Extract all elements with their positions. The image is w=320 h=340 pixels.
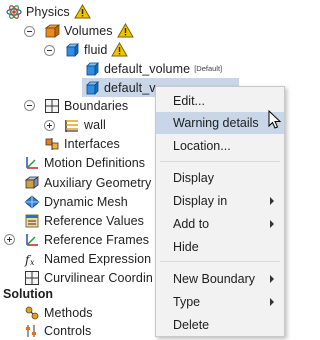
- menu-label: Delete: [173, 318, 210, 332]
- tree-item-fluid[interactable]: fluid: [64, 40, 129, 59]
- menu-item-display-in[interactable]: Display in: [156, 190, 284, 212]
- context-menu: Edit... Warning details Location... Disp…: [155, 86, 285, 337]
- tree-label-curvilinear-coordinates: Curvilinear Coordin: [44, 270, 153, 285]
- warning-icon: [116, 23, 134, 38]
- menu-item-location[interactable]: Location...: [156, 135, 284, 157]
- dynamic-mesh-icon: [24, 194, 40, 210]
- submenu-arrow-icon: [270, 275, 274, 283]
- volume-icon: [84, 61, 100, 77]
- expand-reference-frames-toggle[interactable]: [4, 234, 15, 245]
- menu-item-warning-details[interactable]: Warning details: [156, 112, 284, 134]
- menu-item-new-boundary[interactable]: New Boundary: [156, 268, 284, 290]
- menu-label: Display: [173, 171, 214, 185]
- menu-item-edit[interactable]: Edit...: [156, 90, 284, 112]
- tree-label-reference-values: Reference Values: [44, 213, 145, 228]
- tree-label-volumes: Volumes: [64, 23, 113, 38]
- menu-label: Display in: [173, 194, 228, 208]
- tree-label-methods: Methods: [44, 305, 93, 320]
- expand-wall-toggle[interactable]: [44, 120, 55, 131]
- tree-label-selected-volume: default_v: [104, 80, 156, 95]
- wall-icon: [64, 117, 80, 133]
- menu-label: Add to: [173, 217, 210, 231]
- tree-item-interfaces[interactable]: Interfaces: [44, 134, 120, 153]
- warning-icon: [111, 42, 129, 57]
- menu-item-add-to[interactable]: Add to: [156, 213, 284, 235]
- menu-separator: [160, 261, 280, 262]
- tree-label-fluid: fluid: [84, 42, 108, 57]
- menu-item-hide[interactable]: Hide: [156, 236, 284, 258]
- menu-label: Edit...: [173, 94, 205, 108]
- named-expressions-fx-icon: fx: [24, 251, 40, 267]
- tree-label-default-volume: default_volume: [104, 61, 191, 76]
- submenu-arrow-icon: [270, 220, 274, 228]
- mouse-cursor-icon: [268, 109, 282, 133]
- tree-item-reference-frames[interactable]: Reference Frames: [24, 230, 149, 249]
- tree-label-auxiliary-geometry: Auxiliary Geometry: [44, 175, 152, 190]
- collapse-fluid-toggle[interactable]: [44, 45, 55, 56]
- tree-label-reference-frames: Reference Frames: [44, 232, 150, 247]
- controls-icon: [24, 323, 40, 339]
- menu-separator: [160, 161, 280, 162]
- tree-item-auxiliary-geometry[interactable]: Auxiliary Geometry: [24, 173, 151, 192]
- volumes-icon: [44, 23, 60, 39]
- tree-item-reference-values[interactable]: Reference Values: [24, 211, 144, 230]
- tree-item-default-volume[interactable]: default_volume [Default]: [84, 59, 222, 78]
- collapse-boundaries-toggle[interactable]: [24, 100, 35, 111]
- menu-label: Warning details: [173, 116, 259, 130]
- methods-icon: [24, 305, 40, 321]
- tree-item-dynamic-mesh[interactable]: Dynamic Mesh: [24, 192, 128, 211]
- collapse-volumes-toggle[interactable]: [24, 26, 35, 37]
- menu-item-display[interactable]: Display: [156, 167, 284, 189]
- tree-label-interfaces: Interfaces: [64, 136, 120, 151]
- menu-item-delete[interactable]: Delete: [156, 314, 284, 336]
- tree-item-controls[interactable]: Controls: [24, 321, 91, 340]
- physics-atom-icon: [6, 4, 22, 20]
- tree-label-wall: wall: [84, 117, 106, 132]
- tree-label-boundaries: Boundaries: [64, 98, 129, 113]
- menu-label: Location...: [173, 139, 231, 153]
- motion-axes-icon: [24, 155, 40, 171]
- tree-label-dynamic-mesh: Dynamic Mesh: [44, 194, 128, 209]
- tree-item-methods[interactable]: Methods: [24, 303, 93, 322]
- tree-item-wall[interactable]: wall: [64, 115, 106, 134]
- tree-item-motion-definitions[interactable]: Motion Definitions: [24, 153, 145, 172]
- reference-frames-axes-icon: [24, 232, 40, 248]
- tree-label-motion-definitions: Motion Definitions: [44, 155, 146, 170]
- menu-label: New Boundary: [173, 272, 255, 286]
- reference-values-icon: [24, 213, 40, 229]
- tree-label-controls: Controls: [44, 323, 92, 338]
- section-solution[interactable]: Solution: [3, 287, 53, 301]
- menu-label: Hide: [173, 240, 199, 254]
- boundaries-grid-icon: [44, 98, 60, 114]
- tree-item-boundaries[interactable]: Boundaries: [44, 96, 128, 115]
- submenu-arrow-icon: [270, 197, 274, 205]
- menu-item-type[interactable]: Type: [156, 291, 284, 313]
- tree-item-physics[interactable]: Physics: [6, 2, 91, 21]
- curvilinear-grid-icon: [24, 270, 40, 286]
- tree-item-volumes[interactable]: Volumes: [44, 21, 134, 40]
- default-tag: [Default]: [194, 64, 223, 73]
- fluid-volume-icon: [64, 42, 80, 58]
- warning-icon: [73, 4, 91, 19]
- svg-text:x: x: [30, 258, 35, 267]
- tree-item-curvilinear-coordinates[interactable]: Curvilinear Coordin: [24, 268, 153, 287]
- tree-item-named-expressions[interactable]: fx Named Expression: [24, 249, 151, 268]
- volume-icon: [84, 80, 100, 96]
- interfaces-icon: [44, 136, 60, 152]
- menu-label: Type: [173, 295, 201, 309]
- submenu-arrow-icon: [270, 298, 274, 306]
- tree-label-physics: Physics: [26, 4, 70, 19]
- tree-label-named-expressions: Named Expression: [44, 251, 152, 266]
- auxiliary-geometry-icon: [24, 175, 40, 191]
